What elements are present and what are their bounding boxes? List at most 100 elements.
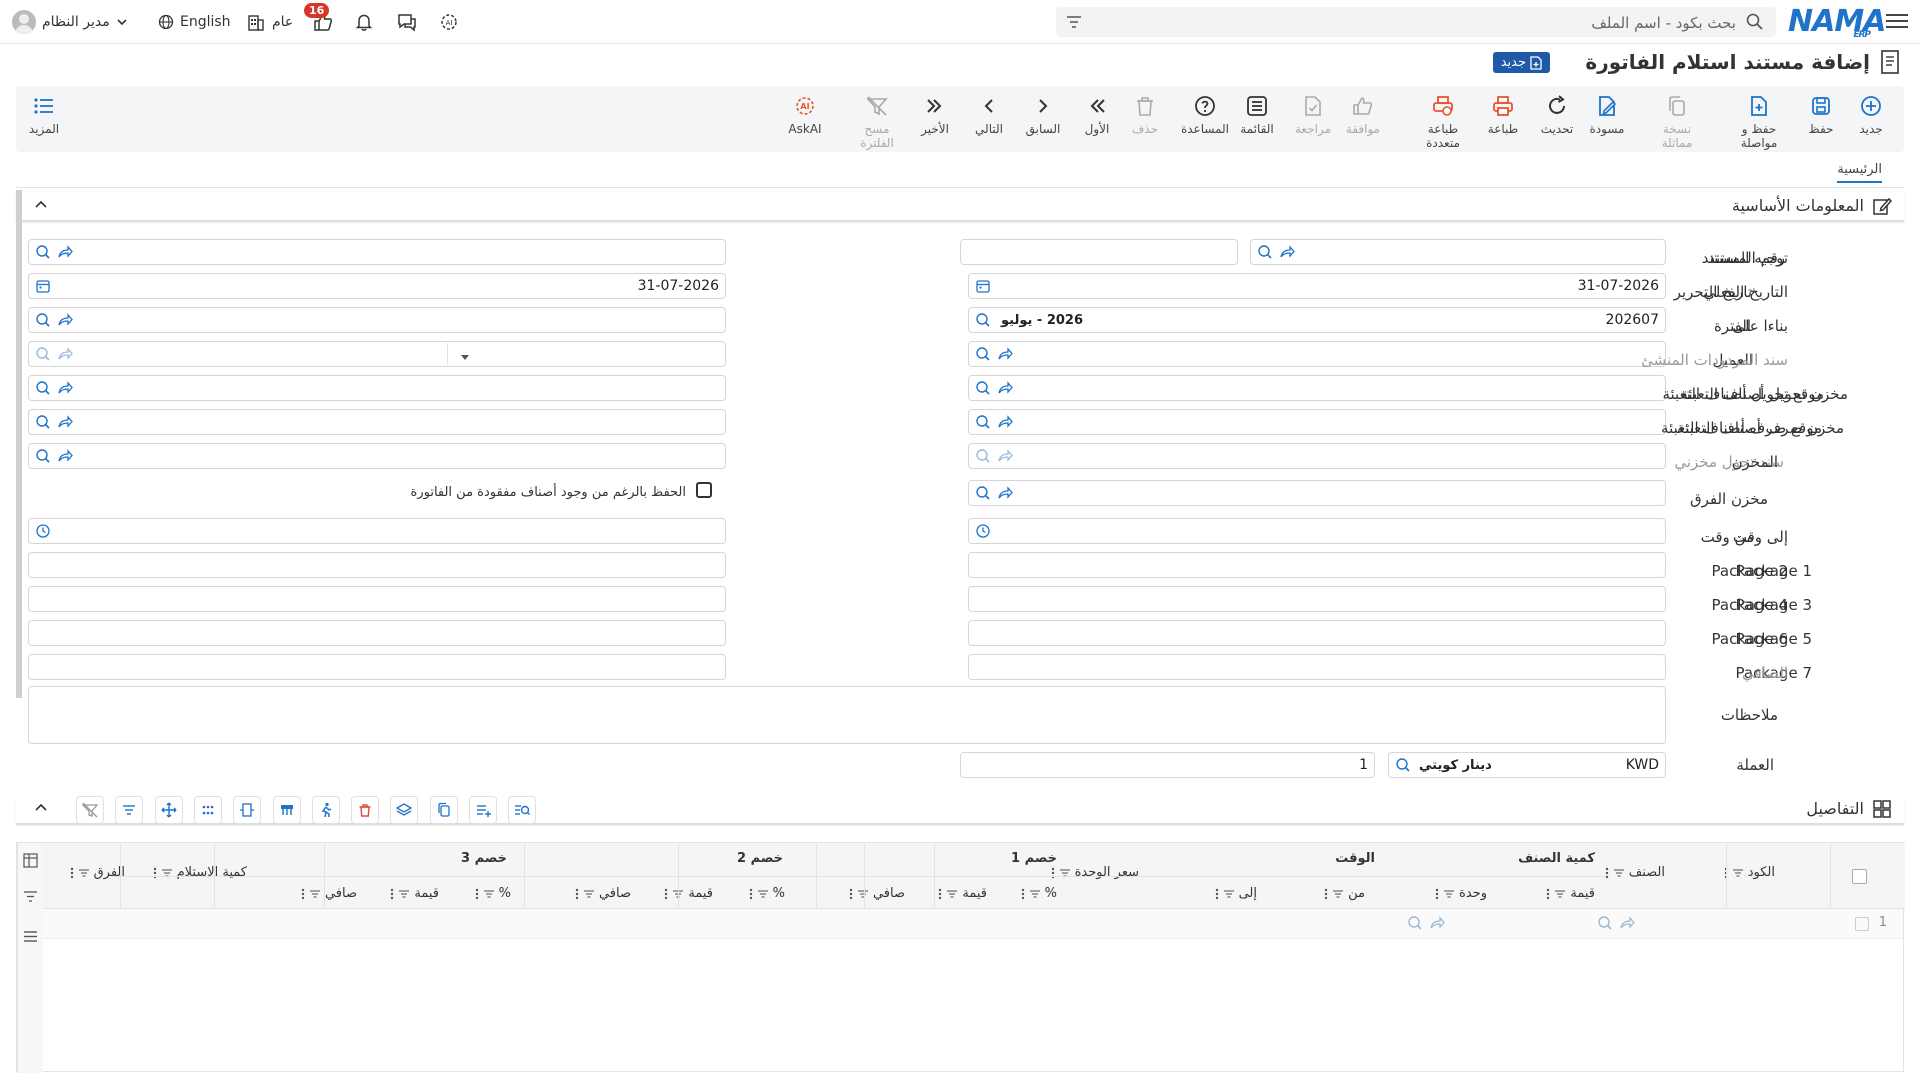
column-item[interactable]: الصنف: [1605, 865, 1665, 880]
column-qty-unit[interactable]: وحدة: [1435, 886, 1487, 901]
group-item-qty[interactable]: كمية الصنف: [1518, 851, 1595, 866]
doc_number-extra-field[interactable]: [960, 239, 1238, 265]
filter-icon[interactable]: [583, 888, 595, 900]
filter-icon[interactable]: [309, 888, 321, 900]
package2-field[interactable]: [28, 552, 726, 578]
package6-field[interactable]: [28, 620, 726, 646]
kebab-menu-icon[interactable]: [1215, 888, 1219, 900]
period-field[interactable]: 202607 2026 - يوليو: [968, 307, 1666, 333]
refresh-button[interactable]: تحديث: [1526, 94, 1588, 136]
notes-textarea[interactable]: [28, 686, 1666, 744]
row-checkbox[interactable]: [1855, 917, 1869, 931]
clear-filter-button[interactable]: مسح الفلترة: [846, 94, 908, 150]
search-icon[interactable]: [975, 448, 991, 464]
column-time-from[interactable]: من: [1324, 886, 1365, 901]
share-arrow-icon[interactable]: [57, 244, 73, 260]
currency-rate-field[interactable]: 1: [960, 752, 1375, 778]
column-tool-button[interactable]: [233, 796, 262, 824]
column-disc2-value[interactable]: قيمة: [664, 886, 713, 901]
share-arrow-icon[interactable]: [997, 346, 1013, 362]
duplicate-button[interactable]: نسخة مماثلة: [1646, 94, 1708, 150]
search-icon[interactable]: [975, 414, 991, 430]
add-lines-tool-button[interactable]: [469, 796, 497, 824]
user-menu[interactable]: مدير النظام: [12, 8, 128, 36]
column-disc1-percent[interactable]: %: [1021, 886, 1057, 901]
share-arrow-icon[interactable]: [997, 448, 1013, 464]
layers-tool-button[interactable]: [390, 796, 419, 824]
share-arrow-icon[interactable]: [997, 414, 1013, 430]
share-arrow-icon[interactable]: [57, 346, 73, 362]
kebab-menu-icon[interactable]: [749, 888, 753, 900]
global-search-input[interactable]: بحث بكود - اسم الملف: [1056, 7, 1776, 37]
search-icon[interactable]: [35, 414, 51, 430]
search-icon[interactable]: [35, 244, 51, 260]
search-icon[interactable]: [35, 346, 51, 362]
kebab-menu-icon[interactable]: [575, 888, 579, 900]
filter-icon[interactable]: [1443, 888, 1455, 900]
multi-print-button[interactable]: طباعة متعددة: [1412, 94, 1474, 150]
column-disc2-net[interactable]: صافي: [575, 886, 631, 901]
move-tool-button[interactable]: [154, 796, 183, 824]
search-icon[interactable]: [975, 380, 991, 396]
filter-icon[interactable]: [1332, 888, 1344, 900]
branch-selector[interactable]: عام: [246, 8, 293, 36]
share-arrow-icon[interactable]: [997, 485, 1013, 501]
share-arrow-icon[interactable]: [1429, 915, 1445, 931]
search-icon[interactable]: [975, 346, 991, 362]
filter-icon[interactable]: [23, 889, 38, 904]
returns_doc-field[interactable]: [28, 341, 726, 367]
running-tool-button[interactable]: [311, 796, 340, 824]
column-unit-price[interactable]: سعر الوحدة: [1051, 865, 1139, 880]
clock-icon[interactable]: [35, 523, 51, 539]
filter-icon[interactable]: [1029, 888, 1041, 900]
kebab-menu-icon[interactable]: [475, 888, 479, 900]
search-icon[interactable]: [35, 380, 51, 396]
filter-tool-button[interactable]: [115, 796, 144, 824]
kebab-menu-icon[interactable]: [1435, 888, 1439, 900]
form-scrollbar[interactable]: [16, 190, 22, 698]
filter-icon[interactable]: [78, 867, 90, 879]
clear-filter-tool-button[interactable]: [76, 796, 104, 824]
search-icon[interactable]: [975, 312, 991, 328]
filter-icon[interactable]: [1554, 888, 1566, 900]
kebab-menu-icon[interactable]: [664, 888, 668, 900]
save-continue-button[interactable]: حفظ و مواصلة: [1728, 94, 1790, 150]
ai-assistant-button[interactable]: AI: [438, 8, 460, 36]
messages-button[interactable]: [396, 8, 418, 36]
column-received-qty[interactable]: كمية الاستلام: [153, 865, 247, 880]
share-arrow-icon[interactable]: [997, 380, 1013, 396]
package1-field[interactable]: [968, 552, 1666, 578]
share-arrow-icon[interactable]: [1619, 915, 1635, 931]
column-disc1-value[interactable]: قيمة: [938, 886, 987, 901]
review-button[interactable]: مراجعة: [1282, 94, 1344, 136]
save-button[interactable]: حفظ: [1790, 94, 1852, 136]
edit_date-field[interactable]: 31-07-2026: [968, 273, 1666, 299]
notifications-button[interactable]: [354, 8, 374, 36]
store-field[interactable]: [28, 443, 726, 469]
trash-tool-button[interactable]: [351, 796, 380, 824]
from_time-field[interactable]: [968, 518, 1666, 544]
filter-icon[interactable]: [483, 888, 495, 900]
copy-tool-button[interactable]: [429, 796, 458, 824]
ask-ai-button[interactable]: AI AskAI: [774, 94, 836, 136]
last-button[interactable]: الأخير: [904, 94, 966, 136]
column-difference[interactable]: الفرق: [70, 865, 125, 880]
clock-icon[interactable]: [975, 523, 991, 539]
menu-icon[interactable]: [1886, 10, 1908, 32]
save-missing-checkbox[interactable]: [696, 482, 712, 498]
search-icon[interactable]: [1597, 915, 1613, 931]
based_on-field[interactable]: [28, 307, 726, 333]
filter-icon[interactable]: [1613, 867, 1625, 879]
column-disc3-percent[interactable]: %: [475, 886, 511, 901]
package7-field[interactable]: [968, 654, 1666, 680]
doc_number-field[interactable]: [1250, 239, 1666, 265]
kebab-menu-icon[interactable]: [70, 867, 74, 879]
pack_transfer_location-field[interactable]: [28, 375, 726, 401]
diff_store-field[interactable]: [968, 480, 1666, 506]
currency-field[interactable]: KWD دينار كويتي: [1388, 752, 1666, 778]
search-icon[interactable]: [1407, 915, 1423, 931]
search-icon[interactable]: [975, 485, 991, 501]
actual_date-field[interactable]: 31-07-2026: [28, 273, 726, 299]
filter-icon[interactable]: [946, 888, 958, 900]
pack_transfer_store-field[interactable]: [968, 375, 1666, 401]
